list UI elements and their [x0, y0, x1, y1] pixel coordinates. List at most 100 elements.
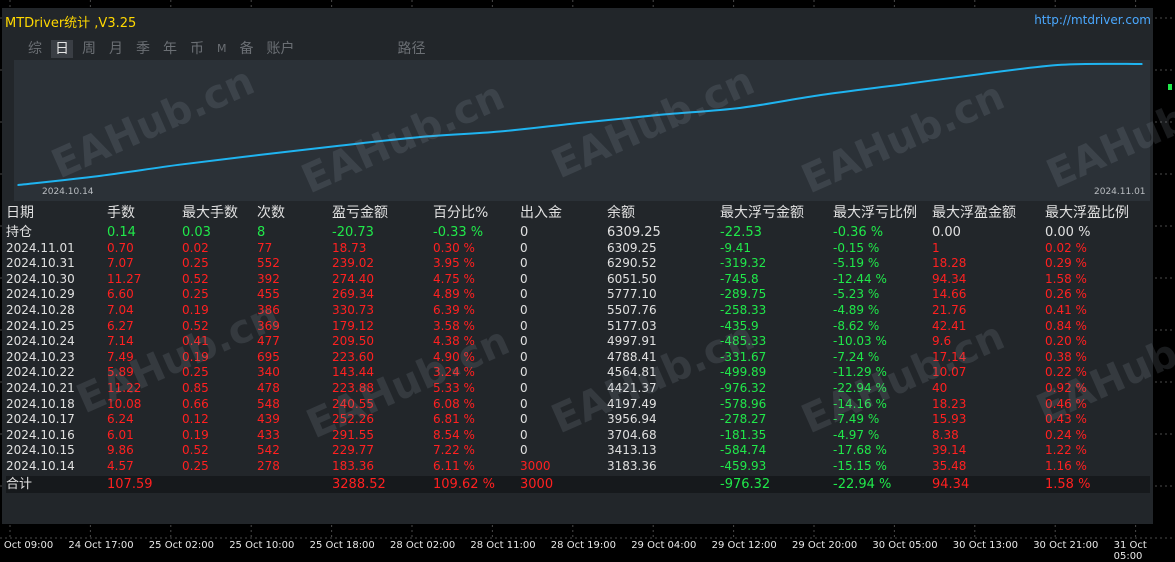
- table-row: 2024.10.30 11.27 0.52 392 274.40 4.75 % 0 6051.…: [6, 272, 1150, 288]
- cell-deposit: 0: [520, 318, 528, 333]
- cell-max-float-loss: -181.35: [720, 427, 767, 442]
- cell-max-float-loss-pct: -7.49 %: [833, 412, 880, 427]
- cell-max-lots: 0.41: [182, 334, 209, 349]
- cell-balance: 6290.52: [607, 256, 657, 271]
- col-header-max-lots: 最大手数: [182, 205, 238, 221]
- col-header-balance: 余额: [607, 205, 635, 221]
- col-header-count: 次数: [257, 205, 285, 221]
- cell-count: 695: [257, 349, 280, 364]
- equity-point-2024.10.15: [97, 175, 100, 177]
- cell-max-float-loss-pct: -0.15 %: [833, 240, 880, 255]
- cell-profit: 269.34: [332, 287, 374, 302]
- cell-date: 合计: [6, 476, 33, 492]
- equity-point-2024.10.21: [418, 136, 421, 138]
- cell-max-lots: 0.25: [182, 256, 209, 271]
- cell-max-float-loss-pct: -10.03 %: [833, 334, 887, 349]
- cell-date: 持仓: [6, 225, 33, 240]
- cell-date: 2024.10.28: [6, 302, 75, 317]
- cell-profit: -20.73: [332, 225, 374, 240]
- tab-day[interactable]: 日: [51, 40, 73, 58]
- cell-count: 77: [257, 240, 273, 255]
- cell-percent: 6.81 %: [433, 412, 475, 427]
- equity-end-date: 2024.11.01: [1094, 187, 1146, 197]
- cell-deposit: 0: [520, 396, 528, 411]
- cell-deposit: 0: [520, 225, 529, 240]
- cell-profit: 209.50: [332, 334, 374, 349]
- cell-max-lots: 0.66: [182, 396, 209, 411]
- tab-currency[interactable]: 币: [186, 40, 208, 58]
- cell-max-float-loss: -22.53: [720, 225, 762, 240]
- time-axis-label: 31 Oct 05:00: [1113, 540, 1147, 562]
- cell-count: 8: [257, 225, 266, 240]
- cell-balance: 6051.50: [607, 271, 657, 286]
- cell-lots: 7.07: [107, 256, 134, 271]
- cell-max-float-profit: 39.14: [932, 443, 967, 458]
- tab-path[interactable]: 路径: [394, 40, 430, 58]
- cell-max-float-loss: -435.9: [720, 318, 759, 333]
- cell-balance: 5777.10: [607, 287, 657, 302]
- cell-date: 2024.10.29: [6, 287, 75, 302]
- cell-count: 478: [257, 380, 280, 395]
- cell-deposit: 0: [520, 443, 528, 458]
- cell-deposit: 0: [520, 334, 528, 349]
- cell-max-float-loss-pct: -12.44 %: [833, 271, 887, 286]
- cell-max-float-loss-pct: -4.97 %: [833, 427, 880, 442]
- period-tabs: 综 日 周 月 季 年 币 M 备 账户 路径: [24, 40, 435, 58]
- tab-account[interactable]: 账户: [263, 40, 299, 58]
- time-axis-label: 28 Oct 19:00: [550, 540, 616, 551]
- cell-date: 2024.10.21: [6, 380, 75, 395]
- cell-date: 2024.10.25: [6, 318, 75, 333]
- col-header-max-float-profit: 最大浮盈金额: [932, 205, 1016, 221]
- cell-max-float-loss-pct: -15.15 %: [833, 458, 887, 473]
- cell-deposit: 0: [520, 256, 528, 271]
- cell-max-float-loss: -499.89: [720, 365, 767, 380]
- table-row: 2024.10.29 6.60 0.25 455 269.34 4.89 % 0 5777.1…: [6, 287, 1150, 303]
- tab-month[interactable]: 月: [105, 40, 127, 58]
- cell-profit: 223.88: [332, 380, 374, 395]
- cell-percent: 8.54 %: [433, 427, 475, 442]
- cell-max-float-loss: -258.33: [720, 302, 767, 317]
- cell-max-float-loss-pct: -0.36 %: [833, 225, 884, 240]
- cell-max-float-profit-pct: 0.02 %: [1045, 240, 1087, 255]
- tab-quarter[interactable]: 季: [132, 40, 154, 58]
- cell-max-float-profit: 21.76: [932, 302, 967, 317]
- cell-date: 2024.10.18: [6, 396, 75, 411]
- cell-max-float-loss: -976.32: [720, 380, 767, 395]
- tab-magic[interactable]: M: [213, 40, 231, 58]
- cell-max-float-loss: -578.96: [720, 396, 767, 411]
- tab-remark[interactable]: 备: [236, 40, 258, 58]
- cell-balance: 6309.25: [607, 240, 657, 255]
- cell-lots: 107.59: [107, 476, 153, 492]
- tab-year[interactable]: 年: [159, 40, 181, 58]
- equity-point-2024.10.30: [980, 73, 983, 75]
- cell-profit: 252.26: [332, 412, 374, 427]
- cell-lots: 11.27: [107, 271, 142, 286]
- time-axis-label: 30 Oct 13:00: [952, 540, 1018, 551]
- time-axis-label: 29 Oct 20:00: [792, 540, 858, 551]
- cell-max-float-loss: -745.8: [720, 271, 759, 286]
- cell-max-float-loss: -9.41: [720, 240, 752, 255]
- cell-max-float-profit-pct: 0.29 %: [1045, 256, 1087, 271]
- col-header-lots: 手数: [107, 205, 135, 221]
- tab-summary[interactable]: 综: [24, 40, 46, 58]
- cell-date: 2024.10.14: [6, 458, 75, 473]
- cell-max-float-profit-pct: 0.38 %: [1045, 349, 1087, 364]
- cell-deposit: 0: [520, 271, 528, 286]
- table-row: 2024.10.18 10.08 0.66 548 240.55 6.08 % 0 4197.…: [6, 397, 1150, 413]
- cell-balance: 4421.37: [607, 380, 657, 395]
- cell-max-float-profit: 9.6: [932, 334, 952, 349]
- cell-lots: 4.57: [107, 458, 134, 473]
- equity-chart: [17, 62, 1143, 186]
- col-header-max-float-profit-pct: 最大浮盈比例: [1045, 205, 1129, 221]
- website-link[interactable]: http://mtdriver.com: [1034, 13, 1151, 27]
- cell-max-float-profit: 14.66: [932, 287, 967, 302]
- cell-percent: 3.24 %: [433, 365, 475, 380]
- position-row: 持仓 0.14 0.03 8 -20.73 -0.33 % 0 6309.25 -22.53 -0…: [6, 225, 1150, 241]
- cell-count: 542: [257, 443, 280, 458]
- cell-max-float-loss-pct: -4.89 %: [833, 302, 880, 317]
- cell-date: 2024.10.22: [6, 365, 75, 380]
- tab-week[interactable]: 周: [78, 40, 100, 58]
- cell-max-float-loss-pct: -22.94 %: [833, 380, 887, 395]
- equity-point-2024.10.29: [900, 83, 902, 86]
- cell-deposit: 0: [520, 427, 528, 442]
